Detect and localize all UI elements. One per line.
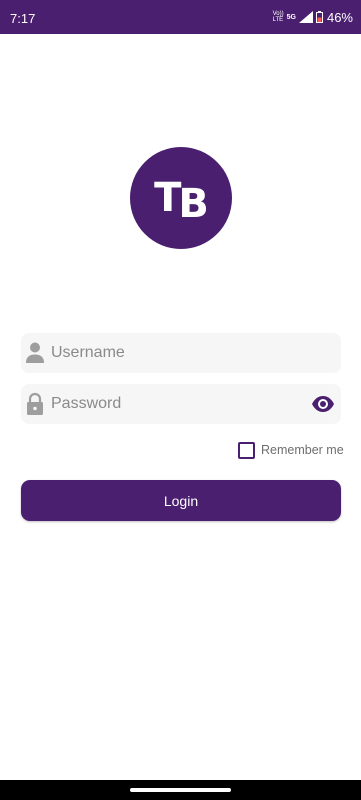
- signal-icon: [298, 11, 313, 23]
- person-icon: [25, 341, 45, 365]
- status-icons: Vo)) LTE 5G 46%: [273, 8, 353, 26]
- battery-level: 46%: [326, 9, 353, 25]
- remember-checkbox[interactable]: [238, 441, 255, 459]
- username-input[interactable]: [51, 333, 301, 373]
- volte-indicator: Vo)) LTE: [272, 11, 284, 23]
- remember-label: Remember me: [261, 443, 344, 457]
- home-gesture-handle[interactable]: [130, 788, 231, 792]
- network-type: 5G: [286, 13, 296, 21]
- password-field[interactable]: [21, 384, 341, 424]
- login-screen: 7:17 Vo)) LTE 5G 46% TB Username Remembe…: [0, 0, 361, 800]
- app-logo: TB: [130, 147, 232, 249]
- lock-icon: [25, 392, 45, 416]
- password-input[interactable]: [51, 384, 301, 424]
- status-bar: 7:17 Vo)) LTE 5G 46%: [0, 0, 361, 34]
- battery-icon: [315, 11, 323, 23]
- navigation-bar: [0, 780, 361, 800]
- login-button[interactable]: Login: [21, 480, 341, 521]
- username-field[interactable]: [21, 333, 341, 373]
- eye-icon[interactable]: [311, 393, 335, 415]
- logo-text: TB: [154, 175, 209, 227]
- status-time: 7:17: [10, 11, 36, 26]
- remember-me[interactable]: Remember me: [238, 441, 344, 459]
